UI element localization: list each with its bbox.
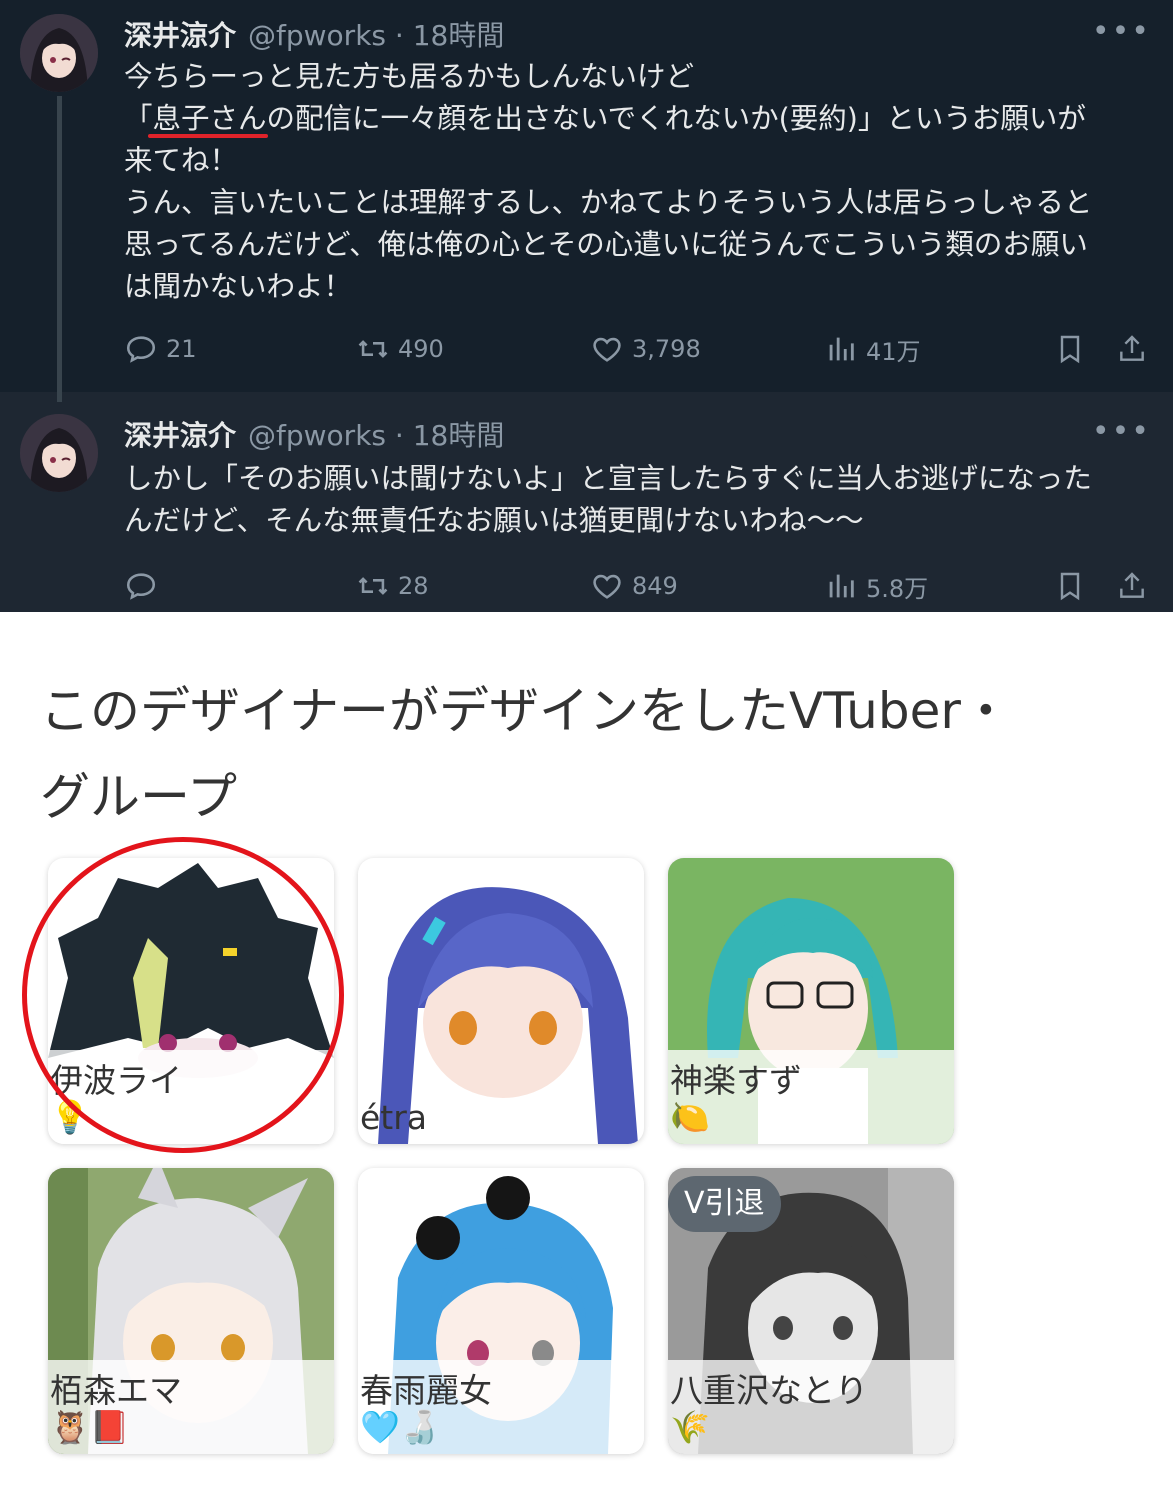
bookmark-button[interactable] (1054, 564, 1086, 608)
section-title: このデザイナーがデザインをしたVTuber・ グループ (40, 668, 1140, 840)
tweet-line: 「息子さんの配信に一々顔を出さないでくれないか(要約)」というお願いが (124, 102, 1086, 135)
like-count: 849 (632, 572, 678, 600)
vtuber-card[interactable]: 神楽すず 🍋 (668, 858, 954, 1144)
section-title-line: グループ (40, 768, 237, 826)
like-button[interactable]: 849 (590, 564, 678, 608)
views-count: 5.8万 (866, 574, 929, 603)
vtuber-name: 神楽すず (670, 1061, 802, 1100)
thread-connector (57, 96, 62, 402)
like-count: 3,798 (632, 335, 701, 363)
vtuber-card[interactable]: V引退 八重沢なとり 🌾 (668, 1168, 954, 1454)
like-button[interactable]: 3,798 (590, 327, 701, 371)
vtuber-card[interactable]: 春雨麗女 🩵🍶 (358, 1168, 644, 1454)
vtuber-card[interactable]: étra (358, 858, 644, 1144)
tweet-header: 深井涼介 @fpworks · 18時間 (124, 14, 504, 54)
tweet-line: 思ってるんだけど、俺は俺の心とその心遣いに従うんでこういう類のお願い (124, 228, 1088, 261)
bookmark-button[interactable] (1054, 327, 1086, 371)
tweet-time: 18時間 (412, 19, 505, 52)
tweet-text: しかし「そのお願いは聞けないよ」と宣言したらすぐに当人お逃げになった んだけど、… (124, 458, 1154, 542)
like-icon (593, 337, 621, 362)
tweet-actions: 28 849 5.8万 (124, 564, 1154, 608)
retweet-icon (358, 577, 388, 595)
share-icon (1120, 335, 1144, 361)
tweet-line: しかし「そのお願いは聞けないよ」と宣言したらすぐに当人お逃げになった (124, 462, 1092, 495)
vtuber-name: 栢森エマ (50, 1371, 182, 1410)
views-icon (829, 337, 854, 361)
author-avatar[interactable] (20, 414, 98, 492)
bookmark-icon (1060, 572, 1080, 601)
retired-badge: V引退 (668, 1176, 781, 1232)
reply-icon (126, 336, 156, 363)
tweet-thread: 深井涼介 @fpworks · 18時間 ••• 今ちらーっと見た方も居るかもし… (0, 0, 1173, 612)
tweet-time: 18時間 (412, 419, 505, 452)
vtuber-name: 八重沢なとり (670, 1371, 868, 1410)
author-name[interactable]: 深井涼介 (124, 414, 236, 454)
red-circle-annotation (22, 837, 344, 1153)
reply-button[interactable]: 21 (124, 327, 197, 371)
tweet-text: 今ちらーっと見た方も居るかもしんないけど 「息子さんの配信に一々顔を出さないでく… (124, 56, 1154, 308)
author-handle[interactable]: @fpworks · 18時間 (248, 14, 504, 54)
reply-icon (126, 573, 156, 600)
tweet-actions: 21 490 3,798 41万 (124, 327, 1154, 371)
views-button[interactable]: 5.8万 (824, 564, 928, 608)
tweet-line: うん、言いたいことは理解するし、かねてよりそういう人は居らっしゃると (124, 186, 1093, 219)
bookmark-icon (1060, 335, 1080, 364)
author-name[interactable]: 深井涼介 (124, 14, 236, 54)
share-button[interactable] (1116, 564, 1148, 608)
tweet-line: 今ちらーっと見た方も居るかもしんないけど (124, 60, 695, 93)
author-avatar[interactable] (20, 14, 98, 92)
vtuber-emoji: 🩵🍶 (360, 1408, 440, 1446)
reply-count: 21 (166, 335, 197, 363)
retweet-button[interactable]: 490 (356, 327, 444, 371)
red-underline-annotation (148, 134, 268, 138)
author-handle[interactable]: @fpworks · 18時間 (248, 414, 504, 454)
tweet-header: 深井涼介 @fpworks · 18時間 (124, 414, 504, 454)
vtuber-name: étra (360, 1098, 428, 1137)
vtuber-card[interactable]: 栢森エマ 🦉📕 (48, 1168, 334, 1454)
tweet-line: んだけど、そんな無責任なお願いは猶更聞けないわね～～ (124, 504, 864, 537)
views-icon (829, 574, 854, 598)
vtuber-name: 春雨麗女 (360, 1371, 492, 1410)
section-title-line: このデザイナーがデザインをしたVTuber・ (40, 682, 1011, 740)
share-button[interactable] (1116, 327, 1148, 371)
like-icon (593, 574, 621, 599)
views-count: 41万 (866, 337, 921, 366)
views-button[interactable]: 41万 (824, 327, 921, 371)
more-options-icon[interactable]: ••• (1092, 14, 1151, 49)
vtuber-emoji: 🌾 (670, 1408, 710, 1446)
vtuber-emoji: 🦉📕 (50, 1408, 130, 1446)
more-options-icon[interactable]: ••• (1092, 414, 1151, 449)
retweet-count: 28 (398, 572, 429, 600)
tweet-line: 来てね！ (124, 144, 239, 177)
share-icon (1120, 572, 1144, 598)
retweet-button[interactable]: 28 (356, 564, 429, 608)
vtuber-emoji: 🍋 (670, 1098, 710, 1136)
retweet-count: 490 (398, 335, 444, 363)
retweet-icon (358, 340, 388, 358)
tweet-line: は聞かないわよ！ (124, 270, 353, 303)
reply-button[interactable] (124, 564, 166, 608)
